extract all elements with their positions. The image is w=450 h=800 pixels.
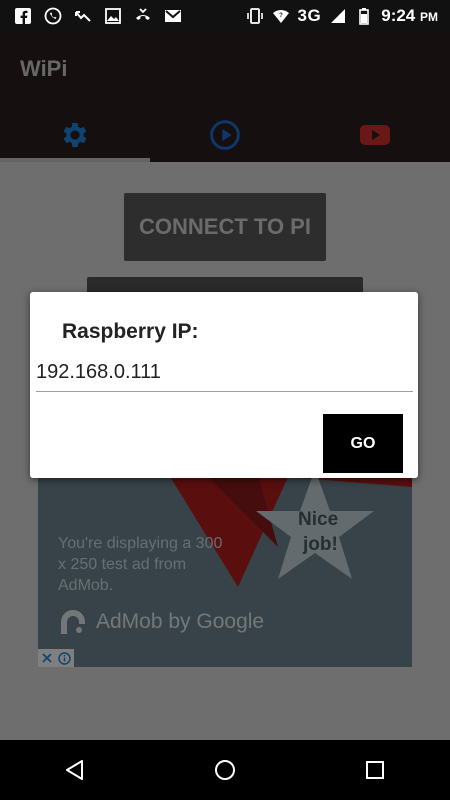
ip-input[interactable]: [36, 354, 413, 392]
back-button[interactable]: [45, 740, 105, 800]
whatsapp-icon: [44, 7, 62, 25]
network-type: 3G: [297, 6, 322, 25]
vibrate-icon: [246, 8, 263, 24]
call-end-icon: [136, 8, 150, 20]
signal-icon: [331, 9, 346, 23]
go-button[interactable]: GO: [323, 414, 403, 473]
recents-square-icon: [366, 761, 384, 779]
gmail-icon: [165, 10, 181, 22]
ip-dialog: Raspberry IP: GO: [30, 292, 418, 478]
clock-ampm: PM: [420, 10, 438, 24]
image-icon: [105, 8, 121, 24]
back-triangle-icon: [66, 760, 83, 780]
status-bar: ? 3G 9:24 PM: [0, 0, 450, 32]
missed-call-icon: [75, 11, 91, 22]
home-circle-icon: [215, 760, 235, 780]
clock-time: 9:24: [381, 6, 416, 25]
notification-icons: [14, 7, 182, 25]
navigation-bar: [0, 740, 450, 800]
dialog-title: Raspberry IP:: [62, 320, 199, 343]
clock: 9:24 PM: [381, 6, 438, 26]
system-icons: ? 3G 9:24 PM: [246, 6, 438, 26]
recents-button[interactable]: [345, 740, 405, 800]
wifi-icon: ?: [272, 10, 289, 23]
facebook-icon: [15, 8, 31, 24]
svg-text:?: ?: [279, 13, 283, 19]
battery-icon: [359, 8, 370, 25]
home-button[interactable]: [195, 740, 255, 800]
